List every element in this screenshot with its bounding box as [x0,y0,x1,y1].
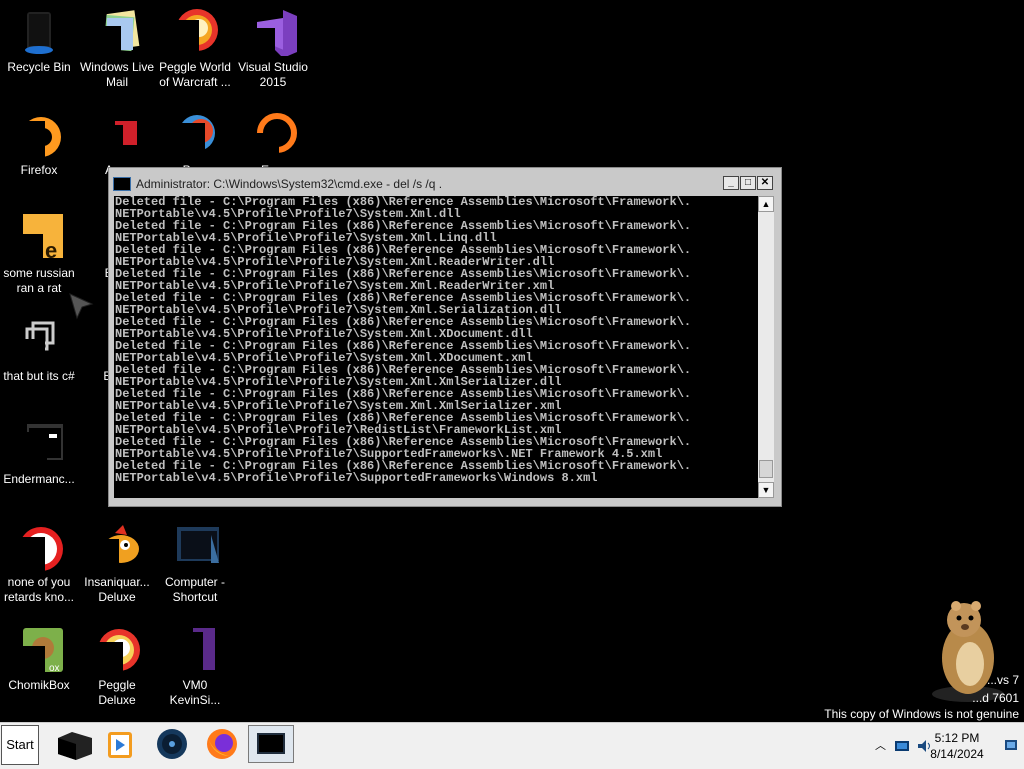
desktop-icon-windows-live-mail[interactable]: Windows Live Mail [78,0,156,90]
chomikbox-icon: ox [15,626,63,674]
console-output[interactable]: Deleted file - C:\Program Files (x86)\Re… [114,196,759,498]
clock-time: 5:12 PM [934,731,980,745]
taskbar-media-player-button[interactable] [98,726,142,762]
desktop-icon-peggle-deluxe[interactable]: Peggle Deluxe [78,618,156,708]
watermark-edition: ...vs 7 [986,673,1019,687]
app-icon [171,111,219,159]
taskbar-explorer-button[interactable] [52,726,96,762]
fish-icon [93,523,141,571]
cmd-icon [113,177,131,191]
console-app-icon [15,420,63,468]
icon-label: Windows Live Mail [79,60,155,89]
console-line: NETPortable\v4.5\Profile\Profile7\Suppor… [115,471,598,485]
clock-date: 8/14/2024 [930,747,984,761]
taskbar-app-button[interactable] [150,726,194,762]
vertical-scrollbar[interactable]: ▲ ▼ [758,196,774,498]
network-icon[interactable] [894,739,910,753]
desktop-icon-firefox[interactable]: Firefox [0,103,78,178]
app-icon [15,523,63,571]
scroll-down-button[interactable]: ▼ [758,482,774,498]
firefox-icon [207,729,237,759]
desktop-icon-insaniquarium[interactable]: Insaniquar... Deluxe [78,515,156,605]
minimize-button[interactable]: _ [723,176,739,190]
cmd-icon [257,733,285,754]
scroll-up-button[interactable]: ▲ [758,196,774,212]
visual-studio-icon [249,8,297,58]
app-icon [93,111,141,159]
svg-text:ox: ox [49,663,60,674]
icon-label: Endermanc... [3,472,75,486]
icon-label: Peggle Deluxe [98,678,136,707]
computer-icon [171,523,219,571]
window-controls: _ □ ✕ [723,176,773,190]
file-icon [171,626,219,674]
media-player-icon [108,732,132,758]
taskbar-firefox-button[interactable] [200,726,244,762]
desktop-icon-endermanc[interactable]: Endermanc... [0,412,78,487]
desktop-icon-none-of-you[interactable]: none of you retards kno... [0,515,78,605]
desktop-icon-visual-studio[interactable]: Visual Studio 2015 [234,0,312,90]
icon-label: some russian ran a rat [3,266,75,295]
taskbar-cmd-button[interactable] [248,725,294,763]
firefox-icon [15,111,63,159]
icon-label: none of you retards kno... [3,575,75,604]
maximize-button[interactable]: □ [740,176,756,190]
text-file-icon: e [15,214,63,263]
svg-text:e: e [45,238,57,262]
desktop-icon-vm0[interactable]: VM0 KevinSi... [156,618,234,708]
icon-label: Computer - Shortcut [164,575,226,604]
folder-stack-icon [15,317,63,365]
peggle-icon [171,8,219,56]
desktop-icon-that-but-its-csharp[interactable]: that but its c# [0,309,78,384]
mail-icon [93,8,141,56]
scroll-thumb[interactable] [759,460,773,478]
globe-icon [157,729,187,759]
desktop-icon-chomikbox[interactable]: ox ChomikBox [0,618,78,693]
show-hidden-icons-button[interactable]: ︿ [875,737,886,753]
watermark-build: ...d 7601 [972,691,1019,705]
cmd-window[interactable]: Administrator: C:\Windows\System32\cmd.e… [108,167,782,507]
desktop-icon-some-russian[interactable]: e some russian ran a rat [0,206,78,296]
icon-label: Recycle Bin [7,60,71,74]
window-title: Administrator: C:\Windows\System32\cmd.e… [136,177,443,191]
icon-label: VM0 KevinSi... [169,678,221,707]
window-titlebar[interactable]: Administrator: C:\Windows\System32\cmd.e… [113,174,763,194]
peggle-icon [93,626,141,674]
folder-icon [58,732,92,760]
desktop-icon-recycle-bin[interactable]: Recycle Bin [0,0,78,75]
mouse-cursor-icon [69,293,94,320]
icon-label: ChomikBox [8,678,70,692]
icon-label: that but its c# [3,369,75,383]
taskbar: Start ︿ 5:12 PM 8/14/2024 [0,722,1024,769]
recycle-bin-icon [15,8,63,56]
icon-label: Firefox [20,163,58,177]
app-icon [249,111,297,159]
clock[interactable]: 5:12 PM 8/14/2024 [922,730,992,762]
start-button[interactable]: Start [1,725,39,765]
close-button[interactable]: ✕ [757,176,773,190]
watermark-not-genuine: This copy of Windows is not genuine [824,707,1019,721]
desktop-icon-peggle-wow[interactable]: Peggle World of Warcraft ... [156,0,234,90]
icon-label: Visual Studio 2015 [238,60,308,89]
icon-label: Peggle World of Warcraft ... [159,60,231,89]
icon-label: Insaniquar... Deluxe [84,575,150,604]
desktop-icon-computer-shortcut[interactable]: Computer - Shortcut [156,515,234,605]
show-desktop-button[interactable] [1004,739,1018,753]
